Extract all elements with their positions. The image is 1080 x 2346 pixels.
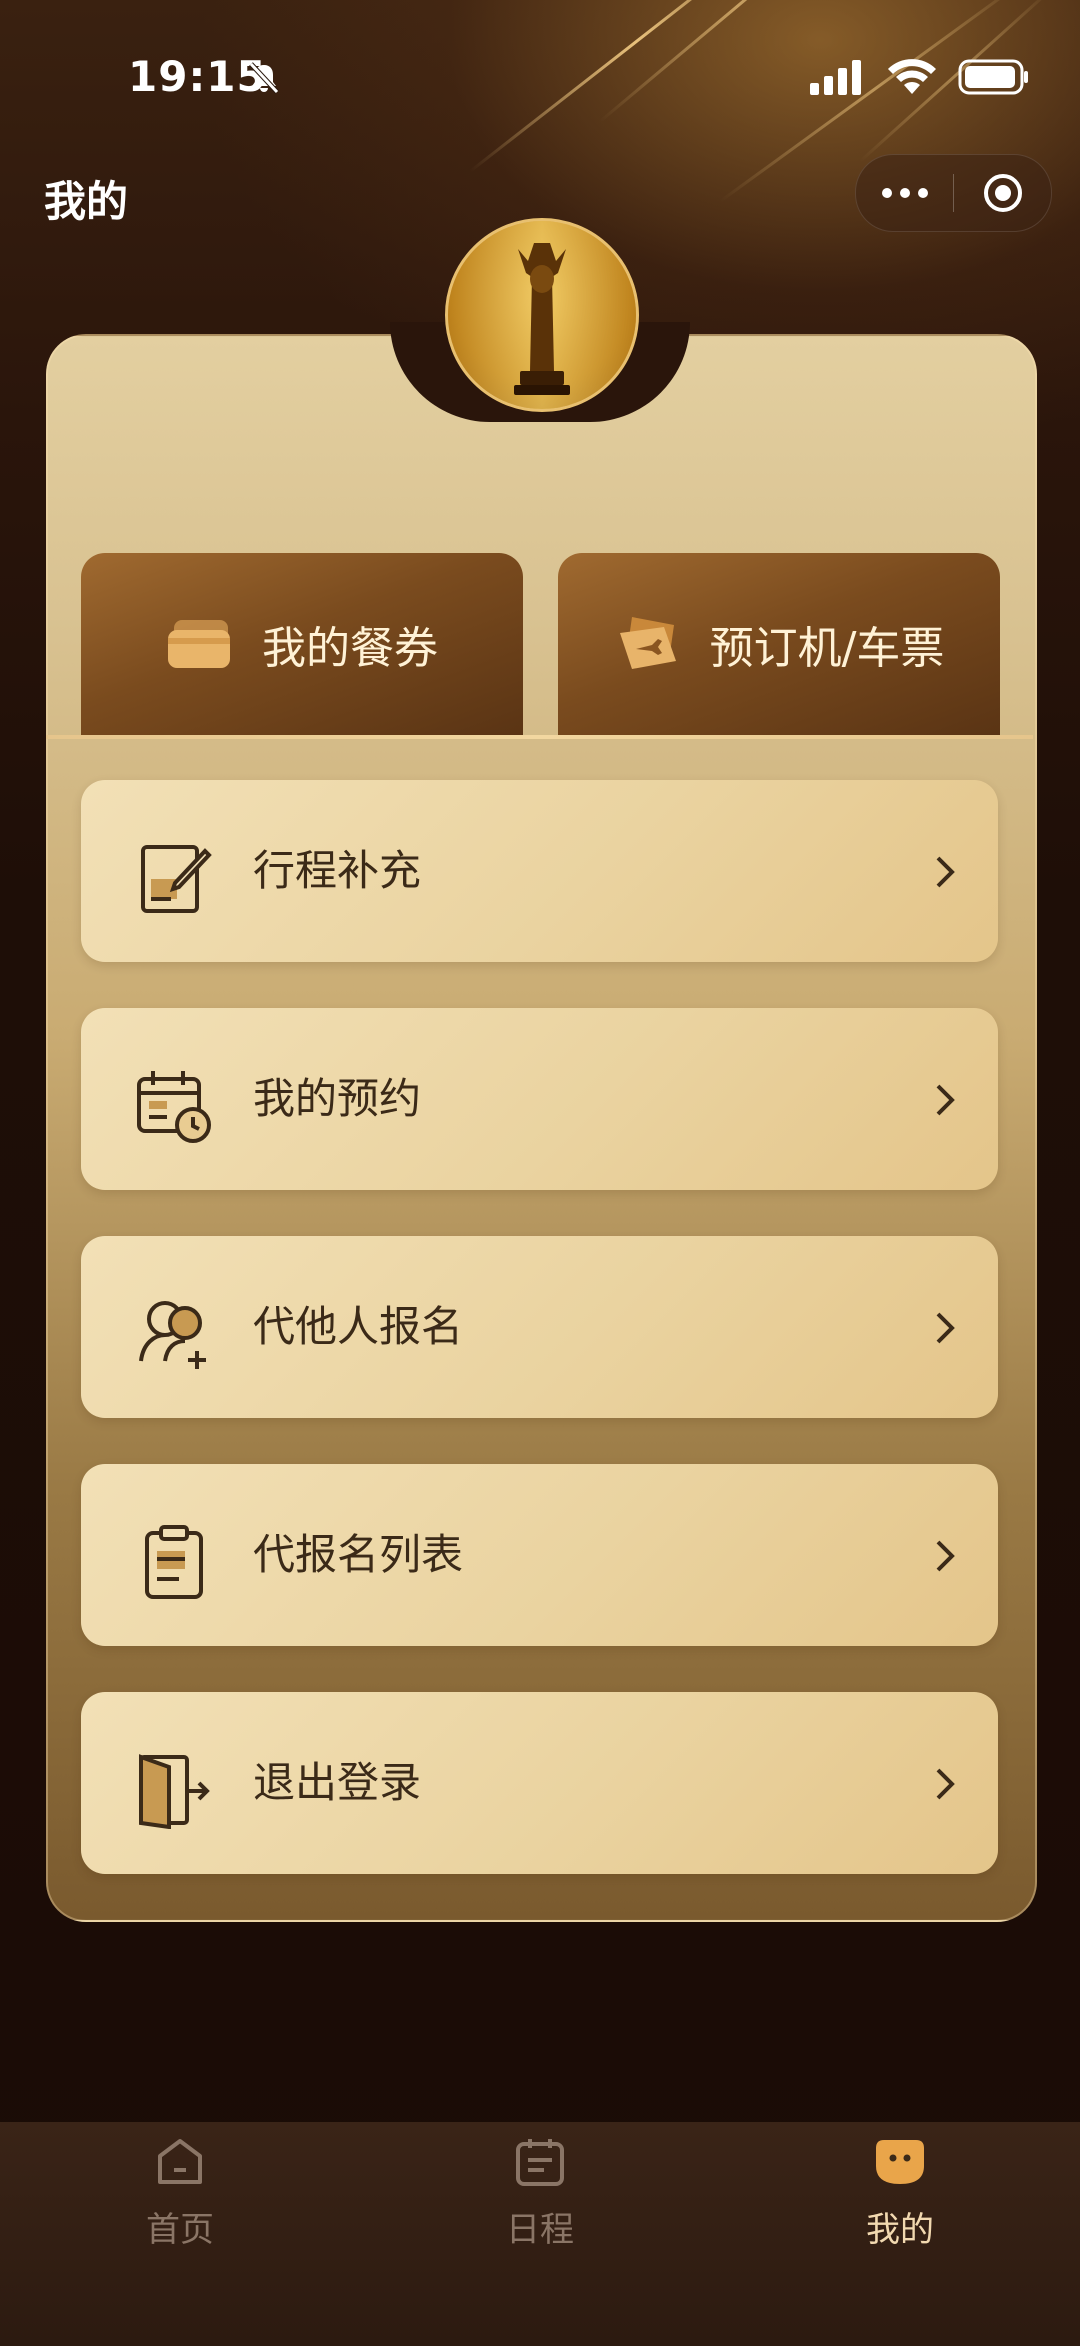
- people-add-icon: [139, 1301, 206, 1369]
- chevron-right-icon: [936, 1084, 955, 1116]
- meal-ticket-label: 我的餐券: [262, 623, 438, 674]
- chevron-right-icon: [936, 1540, 955, 1572]
- chevron-right-icon: [936, 1312, 955, 1344]
- tab-label: 我的: [866, 2210, 934, 2250]
- menu-item-label: 退出登录: [253, 1758, 422, 1807]
- menu-item-my-appointments[interactable]: 我的预约: [81, 1008, 998, 1190]
- menu-item-label: 行程补充: [253, 846, 422, 895]
- chevron-right-icon: [936, 856, 955, 888]
- ticket-icon: [619, 617, 676, 669]
- wifi-icon: [888, 59, 936, 94]
- clipboard-icon: [145, 1525, 203, 1599]
- home-icon: [158, 2139, 202, 2184]
- page-title: 我的: [44, 177, 129, 226]
- menu-item-label: 我的预约: [253, 1074, 422, 1123]
- status-icons: [808, 58, 1030, 96]
- edit-note-icon: [141, 845, 212, 913]
- target-icon: [983, 174, 1022, 212]
- meal-ticket-button[interactable]: 我的餐券: [81, 553, 523, 735]
- close-miniprogram-button[interactable]: [954, 155, 1051, 231]
- signal-icon: [810, 60, 861, 95]
- tab-schedule[interactable]: 日程: [440, 2136, 640, 2250]
- book-ticket-label: 预订机/车票: [709, 623, 945, 674]
- avatar[interactable]: [445, 218, 639, 412]
- menu-item-registration-list[interactable]: 代报名列表: [81, 1464, 998, 1646]
- menu-item-register-others[interactable]: 代他人报名: [81, 1236, 998, 1418]
- menu-item-logout[interactable]: 退出登录: [81, 1692, 998, 1874]
- calendar-icon: [516, 2139, 564, 2186]
- exit-door-icon: [139, 1754, 210, 1829]
- meal-ticket-icon: [168, 620, 230, 668]
- tab-mine[interactable]: 我的: [800, 2136, 1000, 2250]
- tab-label: 日程: [506, 2210, 574, 2250]
- miniprogram-capsule: [855, 154, 1052, 232]
- profile-icon: [876, 2140, 924, 2184]
- calendar-clock-icon: [137, 1071, 211, 1143]
- tab-home[interactable]: 首页: [80, 2136, 280, 2250]
- bell-muted-icon: [249, 62, 279, 94]
- tab-label: 首页: [146, 2210, 214, 2250]
- battery-icon: [958, 59, 1028, 95]
- trophy-statue-icon: [448, 221, 636, 409]
- chevron-right-icon: [936, 1768, 955, 1800]
- menu-item-label: 代他人报名: [253, 1302, 464, 1351]
- book-ticket-button[interactable]: 预订机/车票: [558, 553, 1000, 735]
- menu-item-trip-supplement[interactable]: 行程补充: [81, 780, 998, 962]
- more-button[interactable]: [856, 155, 953, 231]
- divider: [46, 735, 1033, 739]
- menu-item-label: 代报名列表: [253, 1530, 464, 1579]
